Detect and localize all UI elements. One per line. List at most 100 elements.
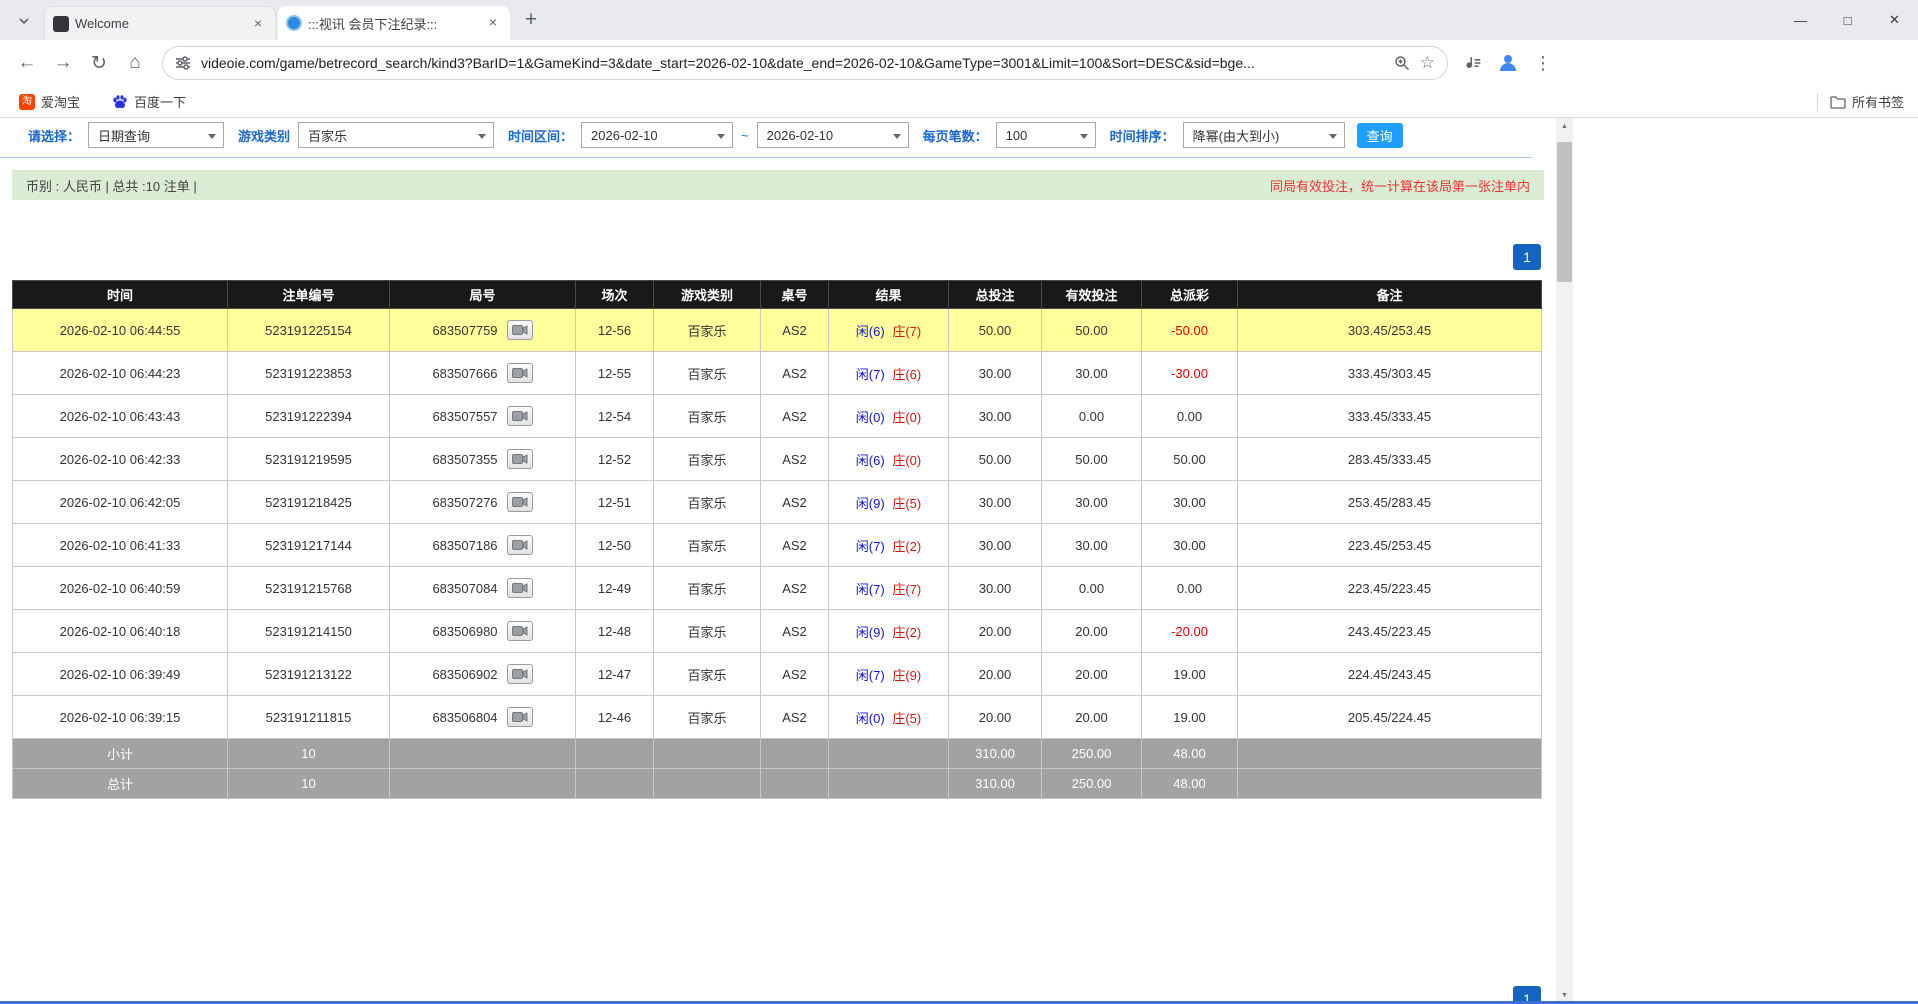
- cell-session: 12-48: [576, 610, 654, 653]
- video-replay-button[interactable]: [507, 707, 533, 727]
- vertical-scrollbar[interactable]: ▲ ▼: [1556, 118, 1573, 1004]
- cell-round: 683506902: [390, 653, 576, 696]
- summary-total-bet: 310.00: [949, 769, 1042, 799]
- cell-bet-id: 523191215768: [228, 567, 390, 610]
- cell-total-bet[interactable]: 30.00: [949, 567, 1042, 610]
- column-header-4: 游戏类别: [654, 281, 761, 309]
- maximize-button[interactable]: □: [1824, 0, 1871, 40]
- all-bookmarks[interactable]: 所有书签: [1817, 92, 1904, 111]
- search-button[interactable]: 查询: [1357, 123, 1403, 148]
- game-type-select[interactable]: 百家乐: [298, 122, 494, 148]
- cell-total-bet[interactable]: 20.00: [949, 696, 1042, 739]
- page-1-button[interactable]: 1: [1513, 244, 1541, 270]
- tab-favicon-icon: [53, 16, 69, 32]
- cell-note: 303.45/253.45: [1238, 309, 1542, 352]
- round-number: 683507355: [432, 452, 497, 467]
- sort-value: 降幂(由大到小): [1193, 126, 1280, 145]
- cell-payout: -50.00: [1142, 309, 1238, 352]
- rule-notice-text: 同局有效投注，统一计算在该局第一张注单内: [1270, 176, 1530, 195]
- cell-total-bet[interactable]: 50.00: [949, 309, 1042, 352]
- video-replay-button[interactable]: [507, 535, 533, 555]
- minimize-button[interactable]: —: [1777, 0, 1824, 40]
- cell-time: 2026-02-10 06:41:33: [13, 524, 228, 567]
- per-page-label: 每页笔数：: [923, 126, 988, 145]
- close-button[interactable]: ✕: [1871, 0, 1918, 40]
- cell-game-type: 百家乐: [654, 481, 761, 524]
- video-replay-button[interactable]: [507, 621, 533, 641]
- bookmark-baidu[interactable]: 百度一下: [107, 90, 191, 114]
- bet-records-table: 时间注单编号局号场次游戏类别桌号结果总投注有效投注总派彩备注 2026-02-1…: [12, 280, 1542, 799]
- address-bar[interactable]: videoie.com/game/betrecord_search/kind3?…: [162, 46, 1448, 80]
- scroll-up-icon[interactable]: ▲: [1556, 118, 1573, 135]
- bookmark-label: 百度一下: [134, 92, 186, 111]
- tab-welcome[interactable]: Welcome ×: [44, 6, 276, 40]
- tab-betrecord[interactable]: :::视讯 会员下注纪录::: ×: [278, 6, 510, 40]
- column-header-3: 场次: [576, 281, 654, 309]
- forward-button[interactable]: →: [48, 48, 78, 78]
- tab-close-icon[interactable]: ×: [484, 14, 502, 32]
- cell-bet-id: 523191214150: [228, 610, 390, 653]
- sort-select[interactable]: 降幂(由大到小): [1183, 122, 1345, 148]
- cell-payout: 30.00: [1142, 481, 1238, 524]
- video-replay-button[interactable]: [507, 320, 533, 340]
- bookmark-label: 爱淘宝: [41, 92, 80, 111]
- round-number: 683507084: [432, 581, 497, 596]
- tab-search-button[interactable]: [10, 7, 38, 35]
- query-type-select[interactable]: 日期查询: [88, 122, 224, 148]
- url-text[interactable]: videoie.com/game/betrecord_search/kind3?…: [201, 55, 1374, 71]
- baidu-paw-icon: [112, 94, 128, 110]
- video-replay-button[interactable]: [507, 492, 533, 512]
- bookmark-star-icon[interactable]: ☆: [1420, 53, 1435, 73]
- round-number: 683507557: [432, 409, 497, 424]
- summary-valid-bet: 250.00: [1042, 769, 1142, 799]
- cell-payout: -20.00: [1142, 610, 1238, 653]
- cell-game-type: 百家乐: [654, 524, 761, 567]
- summary-count: 10: [228, 739, 390, 769]
- per-page-select[interactable]: 100: [996, 122, 1096, 148]
- date-start-select[interactable]: 2026-02-10: [581, 122, 733, 148]
- cell-valid-bet: 30.00: [1042, 352, 1142, 395]
- new-tab-button[interactable]: +: [516, 6, 546, 36]
- caret-down-icon: [893, 134, 901, 139]
- video-replay-button[interactable]: [507, 664, 533, 684]
- cell-game-type: 百家乐: [654, 696, 761, 739]
- video-replay-button[interactable]: [507, 363, 533, 383]
- cell-total-bet[interactable]: 20.00: [949, 653, 1042, 696]
- table-row: 2026-02-10 06:42:33 523191219595 6835073…: [13, 438, 1542, 481]
- media-controls-icon[interactable]: [1464, 54, 1482, 72]
- scrollbar-thumb[interactable]: [1557, 142, 1572, 282]
- cell-round: 683507084: [390, 567, 576, 610]
- navigation-bar: ← → ↻ ⌂ videoie.com/game/betrecord_searc…: [0, 40, 1918, 86]
- cell-total-bet[interactable]: 30.00: [949, 524, 1042, 567]
- video-replay-button[interactable]: [507, 449, 533, 469]
- zoom-icon[interactable]: [1394, 55, 1410, 71]
- cell-note: 205.45/224.45: [1238, 696, 1542, 739]
- column-header-10: 备注: [1238, 281, 1542, 309]
- summary-row: 小计 10 310.00 250.00 48.00: [13, 739, 1542, 769]
- summary-valid-bet: 250.00: [1042, 739, 1142, 769]
- cell-total-bet[interactable]: 30.00: [949, 395, 1042, 438]
- cell-total-bet[interactable]: 20.00: [949, 610, 1042, 653]
- column-header-7: 总投注: [949, 281, 1042, 309]
- cell-round: 683507276: [390, 481, 576, 524]
- date-end-select[interactable]: 2026-02-10: [757, 122, 909, 148]
- video-replay-button[interactable]: [507, 578, 533, 598]
- browser-menu-icon[interactable]: ⋮: [1534, 53, 1552, 74]
- profile-avatar-icon[interactable]: [1496, 51, 1520, 75]
- tune-icon[interactable]: [175, 55, 191, 71]
- reload-button[interactable]: ↻: [84, 48, 114, 78]
- tab-close-icon[interactable]: ×: [249, 15, 267, 33]
- table-row: 2026-02-10 06:39:49 523191213122 6835069…: [13, 653, 1542, 696]
- summary-payout: 48.00: [1142, 769, 1238, 799]
- cell-note: 333.45/303.45: [1238, 352, 1542, 395]
- back-button[interactable]: ←: [12, 48, 42, 78]
- cell-total-bet[interactable]: 30.00: [949, 481, 1042, 524]
- bookmark-taobao[interactable]: 淘 爱淘宝: [14, 90, 85, 114]
- cell-total-bet[interactable]: 30.00: [949, 352, 1042, 395]
- cell-session: 12-47: [576, 653, 654, 696]
- cell-total-bet[interactable]: 50.00: [949, 438, 1042, 481]
- video-replay-button[interactable]: [507, 406, 533, 426]
- home-button[interactable]: ⌂: [120, 48, 150, 78]
- cell-round: 683506980: [390, 610, 576, 653]
- cell-bet-id: 523191218425: [228, 481, 390, 524]
